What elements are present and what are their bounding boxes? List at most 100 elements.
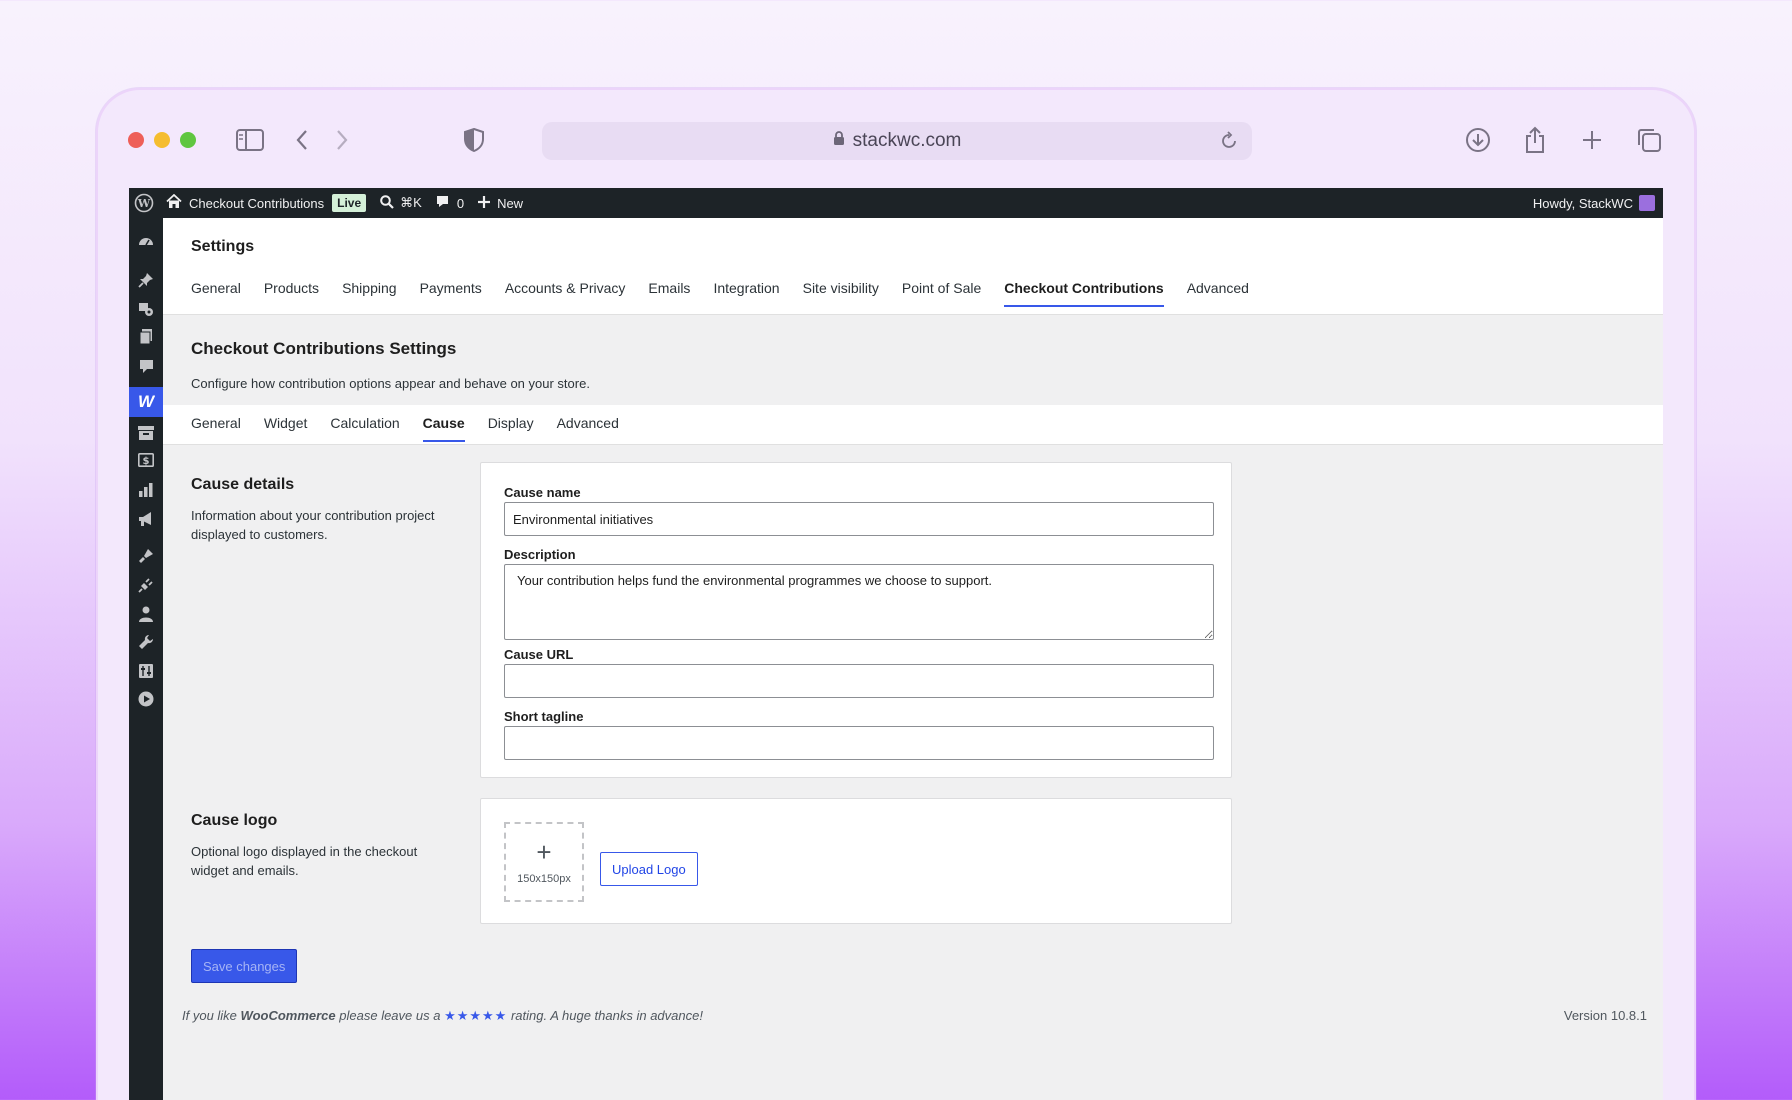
rating-stars-link[interactable]: ★★★★★ [444, 1008, 507, 1023]
comment-bubble-icon [436, 195, 449, 211]
tab-products[interactable]: Products [264, 280, 319, 307]
users-icon[interactable] [129, 602, 163, 626]
home-icon [166, 193, 182, 212]
downloads-icon[interactable] [1462, 124, 1494, 156]
footer-suffix: rating. A huge thanks in advance! [507, 1008, 703, 1023]
cause-details-card: Cause name Description Your contribution… [480, 462, 1232, 778]
privacy-shield-icon[interactable] [458, 124, 490, 156]
cause-details-heading: Cause details [191, 476, 295, 493]
browser-toolbar: stackwc.com [98, 90, 1694, 188]
analytics-bar-chart-icon[interactable] [129, 478, 163, 502]
subtab-calculation[interactable]: Calculation [330, 415, 399, 442]
subtab-widget[interactable]: Widget [264, 415, 308, 442]
admin-bar: W Checkout Contributions Live ⌘K 0 New H… [129, 188, 1663, 218]
comments-icon[interactable] [129, 354, 163, 378]
site-name: Checkout Contributions [189, 195, 325, 211]
upload-logo-button[interactable]: Upload Logo [600, 852, 698, 886]
appearance-brush-icon[interactable] [129, 544, 163, 568]
tab-site-visibility[interactable]: Site visibility [803, 280, 879, 307]
reload-icon[interactable] [1220, 130, 1238, 156]
description-textarea[interactable]: Your contribution helps fund the environ… [504, 564, 1214, 640]
address-bar[interactable]: stackwc.com [542, 122, 1252, 160]
posts-pin-icon[interactable] [129, 268, 163, 292]
add-logo-plus-icon: + [536, 837, 552, 867]
section-title: Checkout Contributions Settings [191, 339, 457, 358]
howdy-text: Howdy, StackWC [1532, 195, 1633, 211]
lock-icon [833, 130, 845, 152]
footer-prefix: If you like [182, 1008, 241, 1023]
dashboard-icon[interactable] [129, 230, 163, 254]
footer-rating-text: If you like WooCommerce please leave us … [182, 1008, 703, 1024]
sidebar-toggle-icon[interactable] [234, 124, 266, 156]
sub-tabs-bar: General Widget Calculation Cause Display Adva… [163, 405, 1663, 445]
subtab-display[interactable]: Display [488, 415, 534, 442]
plus-icon [478, 195, 491, 211]
close-window-button[interactable] [128, 132, 144, 148]
tools-wrench-icon[interactable] [129, 630, 163, 654]
cause-name-input[interactable] [504, 502, 1214, 536]
cause-url-input[interactable] [504, 664, 1214, 698]
settings-tabs: General Products Shipping Payments Accounts … [191, 280, 1249, 307]
new-tab-icon[interactable] [1576, 124, 1608, 156]
avatar [1639, 195, 1655, 211]
description-label: Description [504, 547, 576, 562]
admin-sidebar: W $ [129, 218, 163, 1100]
comments-link[interactable]: 0 [429, 188, 471, 218]
back-icon[interactable] [286, 124, 318, 156]
logo-placeholder[interactable]: + 150x150px [504, 822, 584, 902]
tab-payments[interactable]: Payments [420, 280, 482, 307]
svg-text:$: $ [143, 456, 150, 467]
cause-url-label: Cause URL [504, 647, 574, 662]
footer-middle: please leave us a [335, 1008, 445, 1023]
main-content: Settings General Products Shipping Payments… [163, 218, 1663, 1100]
cause-logo-card: + 150x150px Upload Logo [480, 798, 1232, 924]
version-text: Version 10.8.1 [1563, 1008, 1647, 1023]
tab-emails[interactable]: Emails [648, 280, 690, 307]
payments-dollar-icon[interactable]: $ [129, 448, 163, 472]
cause-details-description: Information about your contribution proj… [191, 508, 435, 542]
zoom-window-button[interactable] [180, 132, 196, 148]
forward-icon[interactable] [326, 124, 358, 156]
save-changes-button[interactable]: Save changes [191, 949, 298, 983]
sub-tabs: General Widget Calculation Cause Display Adva… [191, 415, 619, 442]
command-search-button[interactable]: ⌘K [373, 188, 429, 218]
tab-overview-icon[interactable] [1633, 124, 1665, 156]
section-header: Checkout Contributions Settings Configur… [163, 315, 1663, 405]
footer-brand: WooCommerce [240, 1008, 336, 1023]
tab-checkout-contributions[interactable]: Checkout Contributions [1004, 280, 1164, 307]
short-tagline-input[interactable] [504, 726, 1214, 760]
account-menu[interactable]: Howdy, StackWC [1533, 195, 1663, 211]
media-icon[interactable] [129, 297, 163, 321]
site-name-link[interactable]: Checkout Contributions Live [159, 188, 373, 218]
wordpress-logo-icon[interactable]: W [129, 188, 159, 218]
tab-general[interactable]: General [191, 280, 241, 307]
settings-sliders-icon[interactable] [129, 659, 163, 683]
url-text: stackwc.com [852, 130, 962, 151]
search-shortcut: ⌘K [400, 195, 422, 210]
new-label: New [497, 195, 524, 211]
new-content-link[interactable]: New [471, 188, 530, 218]
plugins-plug-icon[interactable] [129, 573, 163, 597]
subtab-cause[interactable]: Cause [422, 415, 465, 442]
share-icon[interactable] [1519, 124, 1551, 156]
cause-name-label: Cause name [504, 485, 581, 500]
tab-advanced[interactable]: Advanced [1187, 280, 1249, 307]
tab-accounts-privacy[interactable]: Accounts & Privacy [505, 280, 626, 307]
woocommerce-menu-icon[interactable]: W [129, 387, 163, 417]
cause-logo-description: Optional logo displayed in the checkout … [191, 844, 418, 878]
cause-logo-label: Cause logo Optional logo displayed in th… [191, 812, 441, 880]
settings-header: Settings General Products Shipping Payments… [163, 218, 1663, 315]
collapse-menu-play-icon[interactable] [129, 687, 163, 711]
web-page: W Checkout Contributions Live ⌘K 0 New H… [129, 188, 1663, 1100]
products-archive-icon[interactable] [129, 421, 163, 445]
tab-point-of-sale[interactable]: Point of Sale [902, 280, 981, 307]
tab-shipping[interactable]: Shipping [342, 280, 397, 307]
browser-window: stackwc.com W Checkout Contributions Liv… [96, 88, 1696, 1100]
minimize-window-button[interactable] [154, 132, 170, 148]
tab-integration[interactable]: Integration [713, 280, 779, 307]
short-tagline-label: Short tagline [504, 709, 584, 724]
marketing-megaphone-icon[interactable] [129, 507, 163, 531]
pages-icon[interactable] [129, 325, 163, 349]
subtab-advanced[interactable]: Advanced [557, 415, 619, 442]
subtab-general[interactable]: General [191, 415, 241, 442]
